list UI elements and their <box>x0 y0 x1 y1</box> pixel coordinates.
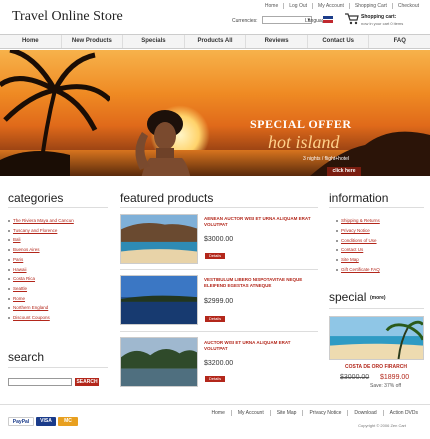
product-price: $3200.00 <box>204 360 234 367</box>
category-link[interactable]: The Riviera Maya and Cancun <box>8 216 108 226</box>
category-link[interactable]: Hawaii <box>8 265 108 275</box>
product-image[interactable] <box>120 275 198 325</box>
category-link[interactable]: Bali <box>8 235 108 245</box>
divider <box>120 269 318 270</box>
cart-subtitle: now in your cart 0 items <box>361 21 404 26</box>
palm-tree-graphic <box>0 50 110 176</box>
nav-new-products[interactable]: New Products <box>60 35 123 48</box>
main-nav: Home New Products Specials Products All … <box>0 34 430 49</box>
information-heading: information <box>329 191 389 205</box>
footer-link-sitemap[interactable]: Site Map <box>269 410 303 416</box>
product-price: $2999.00 <box>204 298 234 305</box>
divider <box>329 308 424 309</box>
search-button[interactable]: SEARCH <box>75 378 99 386</box>
special-product-image[interactable] <box>329 316 424 360</box>
details-button[interactable]: Details <box>205 253 225 259</box>
special-product-name[interactable]: COSTA DE ORO FIRARCH <box>345 364 407 371</box>
categories-heading: categories <box>8 191 64 205</box>
copyright-text: Copyright © 2006 Zen Cart <box>358 423 406 428</box>
category-link[interactable]: Paris <box>8 255 108 265</box>
special-heading: special <box>329 290 367 304</box>
search-heading: search <box>8 350 45 364</box>
top-links: Home Log Out My Account Shopping Cart Ch… <box>260 3 424 9</box>
info-link[interactable]: Gift Certificate FAQ <box>336 265 426 275</box>
nav-contact-us[interactable]: Contact Us <box>306 35 369 48</box>
product-name[interactable]: AUCTOR WISI ET URNA ALIQUAM ERAT VOLUTPA… <box>204 340 314 352</box>
info-link[interactable]: Contact Us <box>336 245 426 255</box>
info-link[interactable]: Shipping & Returns <box>336 216 426 226</box>
footer-link-download[interactable]: Download <box>347 410 382 416</box>
info-link[interactable]: Conditions of Use <box>336 236 426 246</box>
click-here-button[interactable]: click here <box>327 167 361 176</box>
product-image[interactable] <box>120 337 198 387</box>
uk-flag-icon[interactable] <box>323 16 333 23</box>
divider <box>120 207 318 208</box>
footer-link-privacy[interactable]: Privacy Notice <box>302 410 347 416</box>
currencies-label: Currencies: <box>232 18 258 24</box>
paypal-icon: PayPal <box>8 417 34 426</box>
divider <box>8 207 108 208</box>
top-link-account[interactable]: My Account <box>312 3 349 9</box>
product-image[interactable] <box>120 214 198 264</box>
mastercard-icon: MC <box>58 417 78 426</box>
divider <box>120 331 318 332</box>
featured-heading: featured products <box>120 191 214 205</box>
category-link[interactable]: Seattle <box>8 284 108 294</box>
nav-faq[interactable]: FAQ <box>368 35 430 48</box>
visa-icon: VISA <box>36 417 56 426</box>
category-link[interactable]: Tuscany and Florence <box>8 226 108 236</box>
footer-divider <box>0 404 430 405</box>
nav-products-all[interactable]: Products All <box>183 35 246 48</box>
footer-link-account[interactable]: My Account <box>230 410 270 416</box>
product-name[interactable]: VESTIBULUM LIBERO NISPOTAVITAE NEQUE ELE… <box>204 277 314 289</box>
footer-links: Home My Account Site Map Privacy Notice … <box>206 410 424 416</box>
special-more-link[interactable]: (more) <box>370 295 386 302</box>
divider <box>329 207 424 208</box>
cart-title: Shopping cart: <box>361 14 397 20</box>
category-link[interactable]: Rome <box>8 294 108 304</box>
details-button[interactable]: Details <box>205 376 225 382</box>
top-link-checkout[interactable]: Checkout <box>391 3 424 9</box>
special-savings: Save: 37% off <box>370 383 402 389</box>
info-link[interactable]: Privacy Notice <box>336 226 426 236</box>
nav-home[interactable]: Home <box>0 35 61 48</box>
search-input[interactable] <box>8 378 72 386</box>
offer-title: hot island <box>268 132 340 152</box>
category-link[interactable]: Costa Rica <box>8 274 108 284</box>
category-link[interactable]: Discount Coupons <box>8 313 108 323</box>
model-photo <box>135 110 191 176</box>
store-title: Travel Online Store <box>12 9 123 24</box>
category-list: The Riviera Maya and Cancun Tuscany and … <box>8 216 108 323</box>
nav-specials[interactable]: Specials <box>122 35 184 48</box>
offer-heading: SPECIAL OFFER <box>250 117 352 131</box>
details-button[interactable]: Details <box>205 316 225 322</box>
category-link[interactable]: Buenos Aires <box>8 245 108 255</box>
top-link-logout[interactable]: Log Out <box>283 3 312 9</box>
special-old-price: $3000.00 <box>340 374 370 381</box>
info-link[interactable]: Site Map <box>336 255 426 265</box>
information-list: Shipping & Returns Privacy Notice Condit… <box>336 216 426 275</box>
promo-banner[interactable]: SPECIAL OFFER hot island 3 nights / flig… <box>0 50 430 176</box>
divider <box>8 367 108 368</box>
category-link[interactable]: Northern England <box>8 303 108 313</box>
footer-link-action-dvds[interactable]: Action DVDs <box>382 410 424 416</box>
special-new-price: $1899.00 <box>380 374 410 381</box>
top-link-cart[interactable]: Shopping Cart <box>348 3 392 9</box>
product-price: $3000.00 <box>204 236 234 243</box>
nav-reviews[interactable]: Reviews <box>245 35 307 48</box>
product-name[interactable]: AENEAN AUCTOR WISI ET URNA ALIQUAM ERAT … <box>204 216 314 228</box>
cart-icon[interactable] <box>345 13 359 25</box>
footer-link-home[interactable]: Home <box>206 410 231 416</box>
offer-details: 3 nights / flight+hotel <box>303 156 350 162</box>
top-link-home[interactable]: Home <box>260 3 283 9</box>
